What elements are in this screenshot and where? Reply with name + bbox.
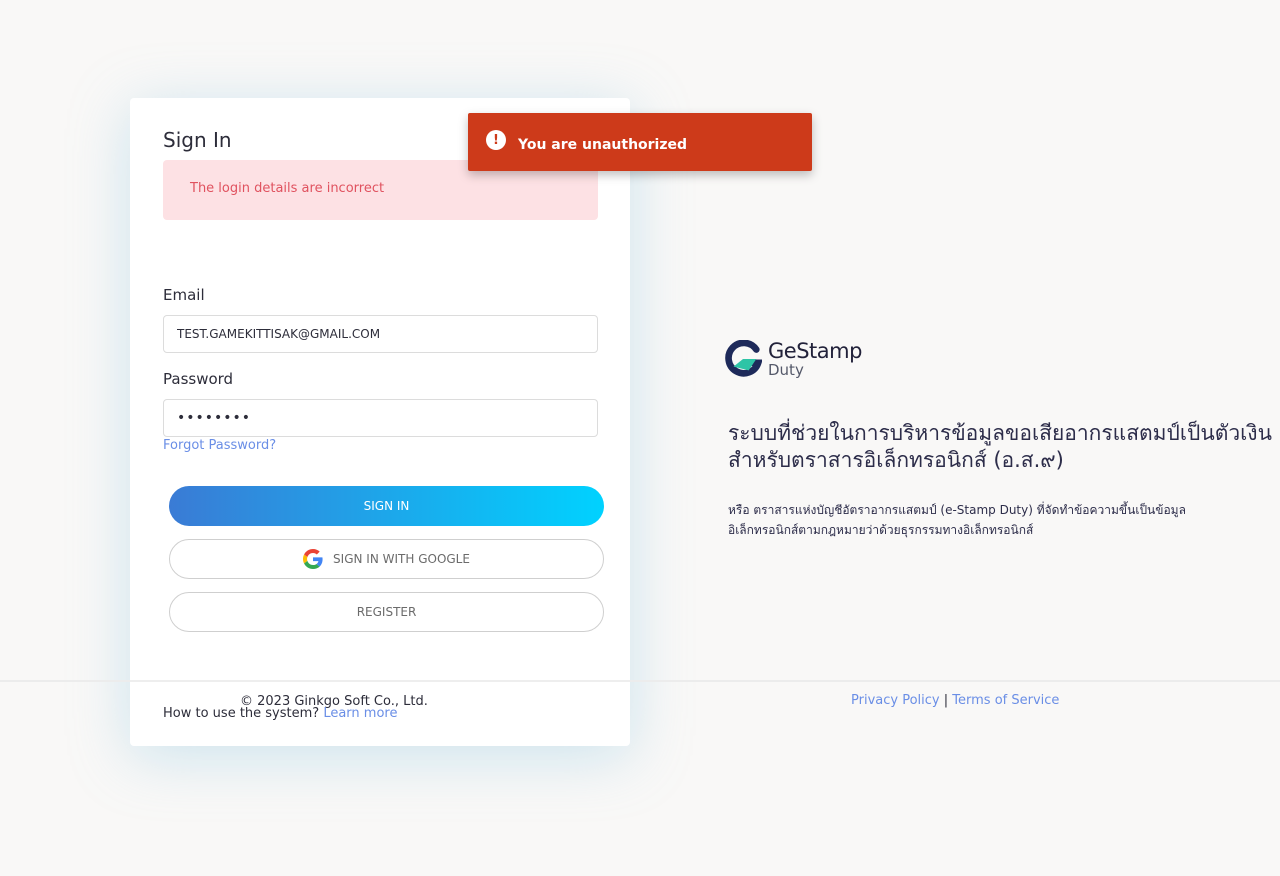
forgot-password-link[interactable]: Forgot Password?	[163, 438, 276, 453]
footer-links: Privacy Policy | Terms of Service	[851, 693, 1059, 708]
privacy-policy-link[interactable]: Privacy Policy	[851, 693, 940, 708]
brand-logo: GeStamp Duty	[724, 340, 862, 378]
brand-text: GeStamp Duty	[768, 338, 862, 379]
page-divider	[630, 680, 1280, 682]
register-label: REGISTER	[356, 605, 417, 619]
sign-in-button[interactable]: SIGN IN	[169, 486, 604, 526]
exclamation-circle-icon: !	[486, 130, 506, 150]
google-sign-in-button[interactable]: SIGN IN WITH GOOGLE	[169, 539, 604, 579]
toast-message: You are unauthorized	[518, 137, 688, 153]
brand-description: หรือ ตราสารแห่งบัญชีอัตราอากรแสตมป์ (e-S…	[728, 503, 1186, 537]
card-divider	[130, 680, 630, 682]
how-to-prefix: How to use the system?	[163, 706, 320, 721]
google-sign-in-label: SIGN IN WITH GOOGLE	[333, 552, 470, 566]
how-to-text: How to use the system? Learn more	[163, 706, 397, 721]
google-g-icon	[303, 549, 323, 569]
email-field[interactable]	[163, 315, 598, 353]
gestamp-logo-icon	[724, 340, 762, 378]
email-label: Email	[163, 286, 205, 304]
brand-heading: ระบบที่ช่วยในการบริหารข้อมูลขอเสียอากรแส…	[728, 421, 1272, 472]
page-title: Sign In	[163, 128, 232, 152]
error-toast[interactable]: ! You are unauthorized	[468, 113, 812, 171]
register-button[interactable]: REGISTER	[169, 592, 604, 632]
password-field[interactable]	[163, 399, 598, 437]
brand-name: GeStamp	[768, 338, 862, 363]
page-divider-left	[0, 680, 130, 682]
terms-of-service-link[interactable]: Terms of Service	[952, 693, 1059, 708]
brand-sub: Duty	[768, 360, 804, 379]
error-message: The login details are incorrect	[190, 181, 385, 196]
sign-in-label: SIGN IN	[363, 499, 410, 513]
footer-separator: |	[943, 693, 949, 708]
password-label: Password	[163, 370, 234, 388]
learn-more-link[interactable]: Learn more	[323, 706, 397, 721]
login-card: Sign In The login details are incorrect …	[130, 98, 630, 746]
